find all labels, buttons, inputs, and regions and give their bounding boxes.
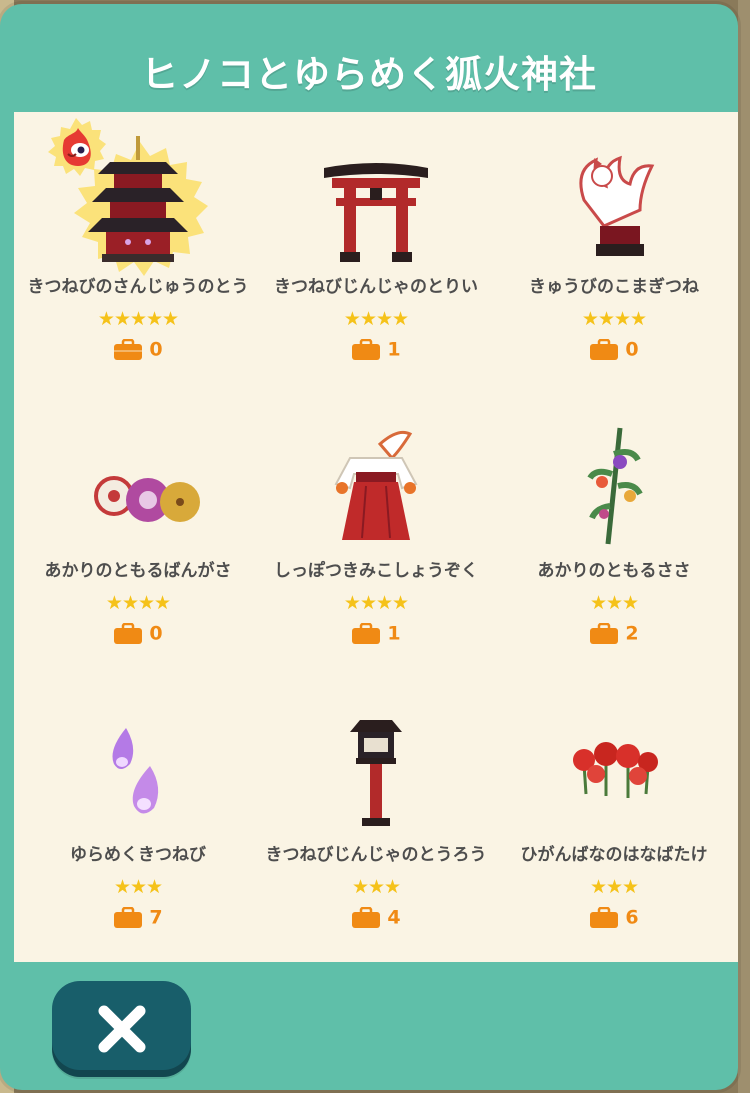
owned-count: 6 (494, 906, 734, 929)
owned-count: 4 (256, 906, 496, 929)
item-count: 4 (387, 906, 401, 929)
item-list-dialog: ヒノコとゆらめく狐火神社 きつねびのさんじゅうのとう ★★★★★ 0 きつねびじ… (0, 4, 738, 1090)
owned-count: 0 (18, 622, 258, 645)
bamboo-with-lanterns-icon (587, 427, 643, 545)
rarity-stars: ★★★ (589, 592, 639, 614)
item-name: きつねびじんじゃのとりい (274, 277, 478, 297)
bag-icon (114, 622, 143, 644)
item-count: 0 (149, 622, 163, 645)
red-spider-lily-field-icon (573, 742, 658, 798)
item-card[interactable]: あかりのともるばんがさ ★★★★ 0 (18, 396, 258, 676)
item-name: きつねびじんじゃのとうろう (265, 845, 487, 865)
item-name: きつねびのさんじゅうのとう (27, 277, 249, 297)
dialog-title: ヒノコとゆらめく狐火神社 (141, 53, 597, 96)
item-count: 0 (625, 338, 639, 361)
item-count: 2 (625, 622, 639, 645)
item-count: 0 (149, 338, 163, 361)
owned-count: 1 (256, 338, 496, 361)
fox-fire-wisps-icon (112, 728, 159, 814)
item-name: きゅうびのこまぎつね (529, 277, 699, 297)
item-name: ゆらめくきつねび (70, 845, 206, 865)
item-name: しっぽつきみこしょうぞく (274, 561, 478, 581)
bag-icon (352, 338, 381, 360)
item-name: あかりのともるささ (537, 561, 691, 581)
item-card[interactable]: きつねびじんじゃのとりい ★★★★ 1 (256, 112, 496, 392)
rarity-stars: ★★★★ (105, 592, 171, 614)
bag-icon (352, 906, 381, 928)
owned-count: 0 (494, 338, 734, 361)
paper-umbrellas-icon (94, 476, 200, 522)
item-count: 1 (387, 338, 401, 361)
close-button[interactable] (52, 981, 191, 1077)
bag-icon (114, 338, 143, 360)
owned-count: 2 (494, 622, 734, 645)
item-grid-panel[interactable]: きつねびのさんじゅうのとう ★★★★★ 0 きつねびじんじゃのとりい ★★★★ … (14, 112, 738, 962)
rarity-stars: ★★★ (589, 876, 639, 898)
rarity-stars: ★★★★★ (97, 308, 179, 330)
owned-count: 7 (18, 906, 258, 929)
item-card[interactable]: きつねびのさんじゅうのとう ★★★★★ 0 (18, 112, 258, 392)
item-card[interactable]: きつねびじんじゃのとうろう ★★★ 4 (256, 680, 496, 960)
item-count: 1 (387, 622, 401, 645)
rarity-stars: ★★★ (351, 876, 401, 898)
shrine-lantern-icon (350, 720, 402, 826)
rarity-stars: ★★★★ (581, 308, 647, 330)
rarity-stars: ★★★★ (343, 308, 409, 330)
item-card[interactable]: ゆらめくきつねび ★★★ 7 (18, 680, 258, 960)
bag-icon (352, 622, 381, 644)
bag-icon (590, 622, 619, 644)
item-name: あかりのともるばんがさ (44, 561, 232, 581)
item-name: ひがんばなのはなばたけ (520, 845, 708, 865)
bag-icon (590, 906, 619, 928)
item-count: 6 (625, 906, 639, 929)
bag-icon (114, 906, 143, 928)
item-card[interactable]: あかりのともるささ ★★★ 2 (494, 396, 734, 676)
rarity-stars: ★★★ (113, 876, 163, 898)
owned-count: 0 (18, 338, 258, 361)
background-scene-right (738, 0, 750, 1093)
rarity-stars: ★★★★ (343, 592, 409, 614)
shrine-maiden-outfit-icon (334, 430, 418, 540)
nine-tailed-fox-statue-icon (579, 155, 655, 256)
item-card[interactable]: ひがんばなのはなばたけ ★★★ 6 (494, 680, 734, 960)
three-story-pagoda-icon (88, 136, 188, 262)
item-count: 7 (149, 906, 163, 929)
close-x-icon (98, 1005, 146, 1053)
owned-count: 1 (256, 622, 496, 645)
bag-icon (590, 338, 619, 360)
item-card[interactable]: しっぽつきみこしょうぞく ★★★★ 1 (256, 396, 496, 676)
item-card[interactable]: きゅうびのこまぎつね ★★★★ 0 (494, 112, 734, 392)
torii-gate-icon (324, 163, 428, 262)
